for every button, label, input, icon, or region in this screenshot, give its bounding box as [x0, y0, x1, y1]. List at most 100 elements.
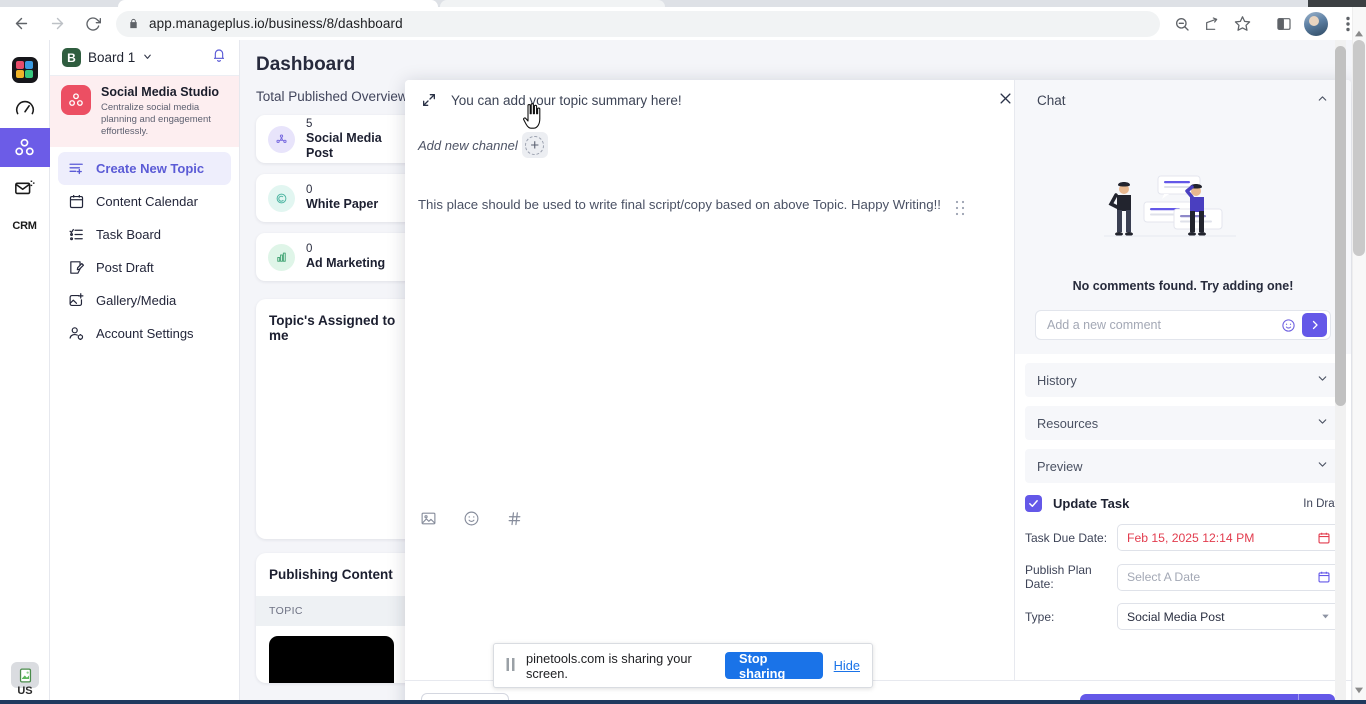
field-label: Type: — [1025, 609, 1055, 624]
draft-edit-icon — [67, 259, 85, 276]
hide-link[interactable]: Hide — [834, 658, 860, 673]
stop-sharing-button[interactable]: Stop sharing — [725, 651, 823, 681]
type-select[interactable]: Social Media Post — [1117, 603, 1341, 630]
field-label: Task Due Date: — [1025, 530, 1108, 545]
stat-label: Social Media Post — [306, 130, 382, 160]
chevron-down-icon[interactable] — [1316, 458, 1329, 474]
address-bar[interactable]: app.manageplus.io/business/8/dashboard — [116, 10, 1160, 37]
back-arrow-icon[interactable] — [6, 9, 36, 39]
calendar-icon[interactable] — [1317, 570, 1331, 584]
sidebar-item-social-studio[interactable] — [0, 128, 50, 167]
topic-detail-modal: You can add your topic summary here! Add… — [405, 80, 1351, 704]
page-scrollbar-thumb[interactable] — [1353, 40, 1365, 256]
gallery-add-icon — [67, 292, 85, 309]
field-publish-plan-date: Publish Plan Date: Select A Date — [1025, 563, 1341, 591]
task-due-date-input[interactable]: Feb 15, 2025 12:14 PM — [1117, 524, 1341, 551]
sidebar-item-account-settings[interactable]: Account Settings — [58, 317, 231, 350]
image-icon[interactable] — [420, 510, 437, 532]
scroll-up-arrow-icon[interactable] — [1355, 30, 1363, 40]
browser-tab-1[interactable] — [118, 0, 438, 7]
publishing-content-block: Publishing Content TOPIC — [256, 553, 421, 683]
accordion-label: History — [1037, 372, 1077, 388]
hashtag-icon[interactable] — [506, 510, 523, 532]
stat-label: Ad Marketing — [306, 256, 386, 270]
chevron-down-icon[interactable] — [142, 51, 153, 65]
zoom-out-icon[interactable] — [1168, 10, 1196, 38]
expand-arrows-icon[interactable] — [421, 92, 437, 108]
forward-arrow-icon — [42, 9, 72, 39]
sidebar-item-label: Post Draft — [96, 260, 154, 275]
accordion-history[interactable]: History — [1025, 363, 1341, 397]
sidebar-item-task-board[interactable]: Task Board — [58, 218, 231, 251]
stat-card-ad-marketing[interactable]: 0 Ad Marketing — [256, 233, 421, 281]
chat-body: No comments found. Try adding one! — [1015, 120, 1351, 354]
drag-handle-icon[interactable] — [955, 200, 965, 216]
chevron-down-icon[interactable] — [1316, 415, 1329, 431]
accordion-resources[interactable]: Resources — [1025, 406, 1341, 440]
plus-icon: + — [525, 135, 545, 155]
update-task-label: Update Task — [1053, 496, 1130, 511]
board-name: Board 1 — [88, 50, 136, 65]
field-task-due-date: Task Due Date: Feb 15, 2025 12:14 PM — [1025, 524, 1341, 551]
app-icon-rail: CRM US — [0, 40, 50, 704]
modal-header: You can add your topic summary here! — [405, 80, 1013, 108]
chevron-down-icon[interactable] — [1316, 372, 1329, 388]
chat-header[interactable]: Chat — [1015, 80, 1351, 120]
stat-card-white-paper[interactable]: 0 White Paper — [256, 174, 421, 222]
send-arrow-icon[interactable] — [1302, 313, 1327, 337]
notification-bell-icon[interactable] — [211, 47, 227, 68]
accordion-preview[interactable]: Preview — [1025, 449, 1341, 483]
topic-summary-placeholder[interactable]: You can add your topic summary here! — [451, 93, 682, 108]
sidebar-item-content-calendar[interactable]: Content Calendar — [58, 185, 231, 218]
sidebar-item-label: Content Calendar — [96, 194, 198, 209]
sidebar-item-create-new-topic[interactable]: Create New Topic — [58, 152, 231, 185]
rail-bottom-app[interactable]: US — [11, 662, 39, 696]
studio-subtitle: Centralize social media planning and eng… — [101, 102, 211, 137]
crm-icon[interactable]: CRM — [0, 206, 50, 245]
chat-title: Chat — [1037, 92, 1066, 108]
stat-card-social-media-post[interactable]: 5 Social Media Post — [256, 115, 421, 163]
board-selector[interactable]: B Board 1 — [50, 40, 239, 76]
task-list-icon — [67, 226, 85, 243]
add-channel-label: Add new channel — [418, 137, 518, 153]
emoji-icon[interactable] — [1281, 318, 1296, 333]
os-taskbar — [0, 700, 1366, 704]
modal-scrollbar-thumb[interactable] — [1335, 46, 1346, 406]
sidebar-item-gallery-media[interactable]: Gallery/Media — [58, 284, 231, 317]
close-icon[interactable] — [998, 91, 1013, 111]
profile-avatar[interactable] — [1304, 11, 1328, 36]
sidebar-item-post-draft[interactable]: Post Draft — [58, 251, 231, 284]
scroll-down-arrow-icon[interactable] — [1355, 686, 1363, 696]
assigned-topics-block: Topic's Assigned to me — [256, 299, 421, 539]
table-row-thumbnail[interactable] — [269, 636, 394, 683]
browser-window-controls[interactable] — [1308, 0, 1366, 7]
mail-campaign-icon[interactable] — [0, 167, 50, 206]
account-settings-icon — [67, 325, 85, 342]
star-icon[interactable] — [1228, 10, 1256, 38]
field-label: Publish Plan Date: — [1025, 563, 1092, 591]
reload-icon[interactable] — [78, 9, 108, 39]
toolbar-action-icons — [1168, 10, 1366, 38]
pause-icon[interactable] — [506, 657, 515, 674]
chevron-down-icon[interactable] — [1320, 611, 1331, 622]
publishing-content-title: Publishing Content — [269, 567, 393, 582]
studio-card[interactable]: Social Media Studio Centralize social me… — [50, 76, 239, 147]
nav-list: Create New Topic Content Calendar Task B… — [50, 147, 239, 355]
calendar-icon[interactable] — [1317, 531, 1331, 545]
side-panel-icon[interactable] — [1270, 10, 1298, 38]
create-topic-icon — [67, 160, 85, 177]
chevron-up-icon[interactable] — [1316, 92, 1329, 108]
publish-plan-date-input[interactable]: Select A Date — [1117, 563, 1341, 591]
comment-input-wrapper[interactable] — [1035, 310, 1331, 340]
editor-placeholder-text[interactable]: This place should be used to write final… — [418, 197, 941, 212]
emoji-icon[interactable] — [463, 510, 480, 532]
app-logo[interactable] — [0, 50, 50, 89]
field-type: Type: Social Media Post — [1025, 603, 1341, 630]
checkmark-icon[interactable] — [1025, 495, 1042, 512]
add-channel-button[interactable]: + — [521, 132, 548, 158]
browser-tab-2[interactable] — [440, 0, 665, 7]
speedometer-icon[interactable] — [0, 89, 50, 128]
share-icon[interactable] — [1198, 10, 1226, 38]
browser-tab-strip[interactable] — [0, 0, 1366, 7]
comment-input[interactable] — [1047, 318, 1281, 332]
